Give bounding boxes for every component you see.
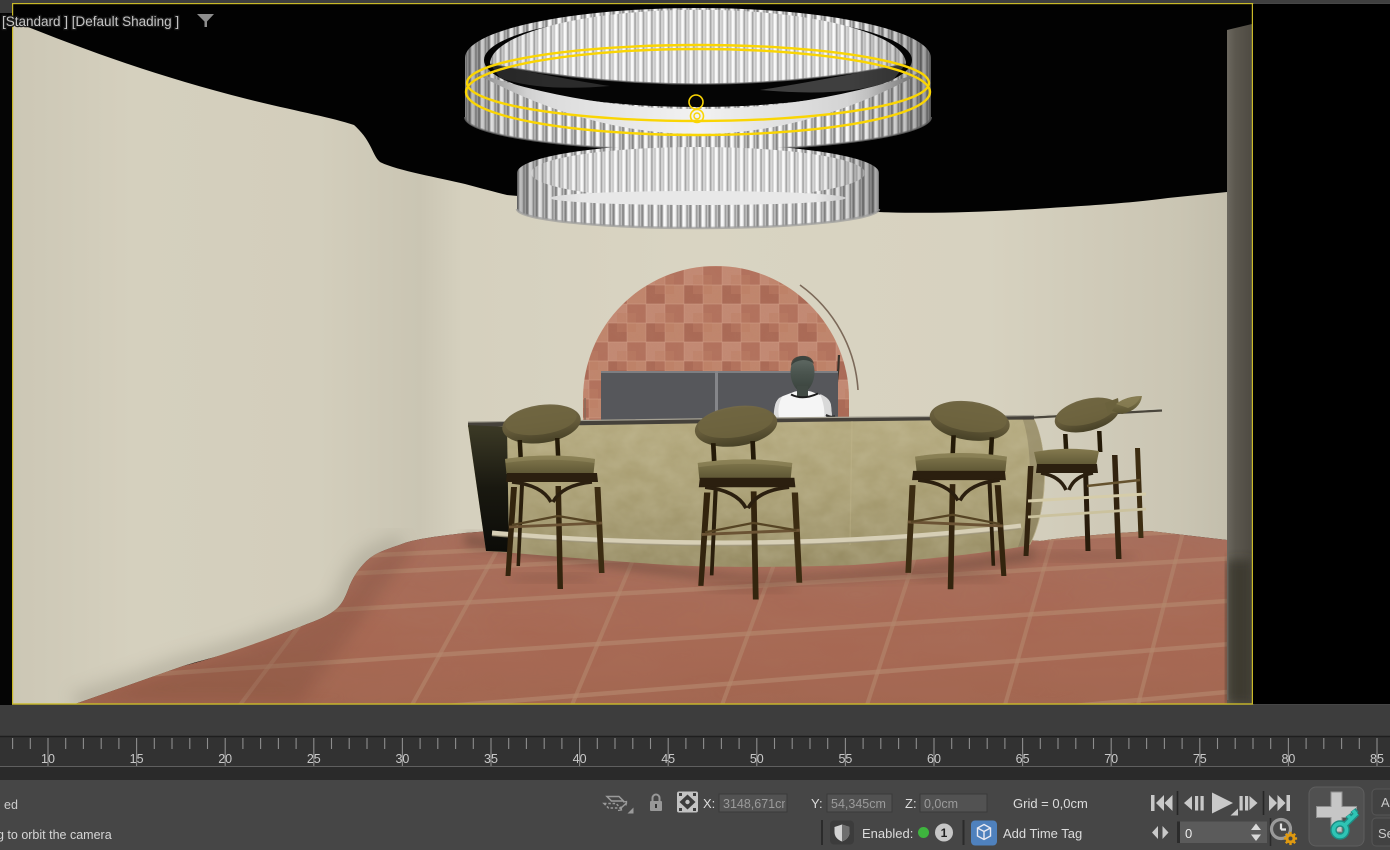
svg-text:3148,671cm: 3148,671cm (723, 797, 792, 811)
svg-text:50: 50 (750, 752, 764, 766)
svg-text:Y:: Y: (811, 796, 823, 811)
svg-text:45: 45 (661, 752, 675, 766)
svg-text:A: A (1381, 795, 1390, 810)
svg-text:X:: X: (703, 796, 715, 811)
svg-text:Z:: Z: (905, 796, 917, 811)
svg-text:Enabled:: Enabled: (862, 826, 913, 841)
svg-text:Grid = 0,0cm: Grid = 0,0cm (1013, 796, 1088, 811)
svg-text:1: 1 (941, 826, 948, 840)
svg-text:55: 55 (838, 752, 852, 766)
svg-text:25: 25 (307, 752, 321, 766)
svg-text:35: 35 (484, 752, 498, 766)
svg-text:80: 80 (1281, 752, 1295, 766)
svg-text:40: 40 (573, 752, 587, 766)
svg-text:70: 70 (1104, 752, 1118, 766)
svg-text:0,0cm: 0,0cm (924, 797, 958, 811)
svg-text:[Standard ] [Default Shading ]: [Standard ] [Default Shading ] (2, 14, 179, 29)
svg-text:30: 30 (395, 752, 409, 766)
svg-text:65: 65 (1016, 752, 1030, 766)
svg-text:Se: Se (1378, 826, 1390, 841)
svg-text:Add Time Tag: Add Time Tag (1003, 826, 1082, 841)
svg-text:15: 15 (130, 752, 144, 766)
svg-text:g to orbit the camera: g to orbit the camera (0, 828, 112, 842)
svg-text:60: 60 (927, 752, 941, 766)
svg-text:0: 0 (1185, 826, 1192, 841)
svg-text:10: 10 (41, 752, 55, 766)
svg-text:20: 20 (218, 752, 232, 766)
svg-text:75: 75 (1193, 752, 1207, 766)
svg-text:54,345cm: 54,345cm (831, 797, 886, 811)
svg-text:ed: ed (4, 798, 18, 812)
svg-text:85: 85 (1370, 752, 1384, 766)
